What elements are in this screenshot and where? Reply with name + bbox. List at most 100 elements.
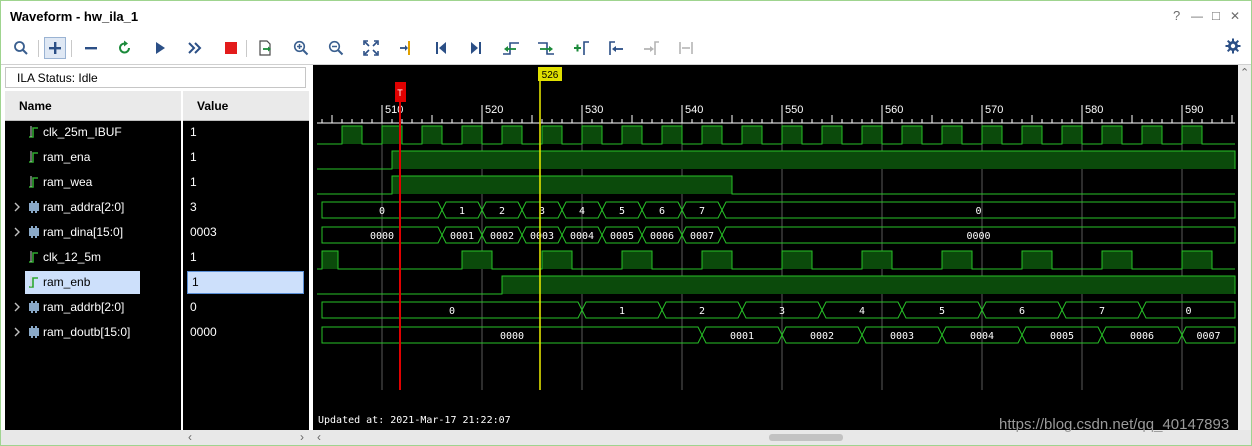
chevron-right-icon[interactable] [12, 325, 22, 339]
trigger-marker-label: T [397, 88, 403, 98]
value-row[interactable]: 0 [183, 296, 309, 318]
go-to-cursor-button[interactable] [395, 37, 417, 59]
scroll-left-icon[interactable]: ‹ [188, 430, 192, 445]
wave-high-fill [782, 251, 812, 269]
bus-value-label: 6 [659, 206, 665, 217]
settings-button[interactable] [1225, 38, 1241, 59]
bus-value-label: 2 [499, 206, 505, 217]
wave-high-fill [862, 126, 882, 144]
value-row[interactable]: 3 [183, 196, 309, 218]
signal-row[interactable]: ram_dina[15:0] [5, 221, 181, 243]
gear-icon [1225, 38, 1241, 54]
value-row[interactable]: 1 [183, 146, 309, 168]
export-button[interactable] [254, 37, 276, 59]
cursor-label: 526 [542, 70, 559, 81]
fast-forward-icon [188, 42, 202, 54]
signal-name: clk_12_5m [43, 250, 102, 264]
scroll-up-icon[interactable]: ⌃ [1240, 66, 1249, 79]
wave-high-fill [702, 126, 722, 144]
value-row[interactable]: 1 [183, 121, 309, 143]
auto-retrigger-button[interactable] [184, 37, 206, 59]
bus-value-label: 0001 [450, 231, 474, 242]
go-to-end-button[interactable] [465, 37, 487, 59]
zoom-in-button[interactable] [290, 37, 312, 59]
value-row[interactable]: 1 [183, 271, 309, 294]
chevron-right-icon[interactable] [12, 300, 22, 314]
previous-marker-button[interactable] [605, 37, 627, 59]
zoom-out-button[interactable] [325, 37, 347, 59]
signal-row[interactable]: ram_wea [5, 171, 181, 193]
signal-row[interactable]: ram_doutb[15:0] [5, 321, 181, 343]
bit-icon [29, 151, 38, 163]
remove-button[interactable] [80, 37, 102, 59]
ruler-tick-label: 550 [785, 104, 803, 116]
previous-transition-button[interactable] [500, 37, 522, 59]
signal-row[interactable]: ram_addra[2:0] [5, 196, 181, 218]
bus-value-label: 5 [619, 206, 625, 217]
bus-icon [29, 301, 39, 313]
bus-value-label: 0000 [500, 331, 524, 342]
value-row[interactable]: 0000 [183, 321, 309, 343]
add-marker-button[interactable] [570, 37, 592, 59]
stop-button[interactable] [220, 37, 242, 59]
value-row[interactable]: 1 [183, 246, 309, 268]
help-button[interactable]: ? [1173, 8, 1180, 24]
bit-icon [29, 251, 38, 263]
toolbar-separator [71, 40, 72, 57]
stop-icon [225, 42, 237, 54]
waveform-area[interactable]: 510 520 530 540 550 560 570 580 590 0 1 2 3 4 5 6 7 0 0000… [313, 65, 1251, 445]
vertical-scrollbar[interactable]: ⌃ [1238, 65, 1251, 430]
export-icon [259, 40, 271, 56]
wave-high-fill [462, 126, 482, 144]
signal-row[interactable]: clk_25m_IBUF [5, 121, 181, 143]
wave-high-fill [542, 126, 562, 144]
refresh-icon [119, 40, 130, 54]
bus-value-label: 0000 [370, 231, 394, 242]
chevron-right-icon[interactable] [12, 200, 22, 214]
name-column-header[interactable]: Name [5, 91, 181, 121]
value-row[interactable]: 0003 [183, 221, 309, 243]
wave-high-fill [622, 251, 652, 269]
signal-row[interactable]: clk_12_5m [5, 246, 181, 268]
next-transition-button[interactable] [535, 37, 557, 59]
zoom-fit-icon [363, 40, 379, 56]
next-marker-button[interactable] [640, 37, 662, 59]
prev-transition-icon [503, 42, 519, 55]
signal-value: 1 [190, 250, 197, 264]
scroll-right-icon[interactable]: › [300, 430, 304, 445]
bus-value-label: 4 [859, 306, 865, 317]
ruler-tick-label: 530 [585, 104, 603, 116]
scroll-left-icon[interactable]: ‹ [317, 430, 321, 444]
signal-row[interactable]: ram_ena [5, 146, 181, 168]
value-row[interactable]: 1 [183, 171, 309, 193]
signal-name: ram_wea [43, 175, 93, 189]
waveform-canvas[interactable]: 510 520 530 540 550 560 570 580 5900 1 2 3 4 5 6 7 00000… [313, 65, 1238, 430]
bus-value-label: 0003 [890, 331, 914, 342]
wave-high-fill [1182, 126, 1202, 144]
wave-high-fill [902, 126, 922, 144]
run-trigger-immediate-button[interactable] [114, 37, 136, 59]
run-trigger-button[interactable] [149, 37, 171, 59]
signal-row[interactable]: ram_enb [5, 271, 181, 294]
name-column: Name clk_25m_IBUF ram_ena ram_wea ram_addra… [5, 91, 181, 430]
signal-row[interactable]: ram_addrb[2:0] [5, 296, 181, 318]
wave-high-fill [662, 126, 682, 144]
scroll-thumb[interactable] [769, 434, 843, 441]
chevron-right-icon[interactable] [12, 225, 22, 239]
minimize-button[interactable]: — [1191, 8, 1203, 24]
signal-value: 1 [192, 275, 199, 289]
add-button[interactable] [44, 37, 66, 59]
swap-cursors-button[interactable] [675, 37, 697, 59]
swap-cursors-icon [679, 42, 693, 54]
maximize-button[interactable]: □ [1212, 8, 1220, 24]
go-to-start-button[interactable] [430, 37, 452, 59]
wave-high-fill [342, 126, 362, 144]
bus-value-label: 2 [699, 306, 705, 317]
search-button[interactable] [10, 37, 32, 59]
bus-value-label: 0 [1185, 306, 1191, 317]
close-button[interactable]: ✕ [1230, 8, 1240, 24]
value-column-header[interactable]: Value [183, 91, 309, 121]
zoom-fit-button[interactable] [360, 37, 382, 59]
go-end-icon [471, 42, 481, 54]
prev-marker-icon [609, 41, 623, 55]
